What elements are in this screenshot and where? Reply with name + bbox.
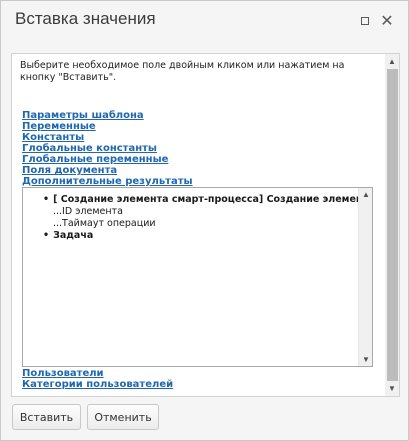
- tree-item-operation-timeout[interactable]: ...Таймаут операции: [53, 218, 156, 230]
- tree-item-element-id[interactable]: ...ID элемента: [53, 206, 123, 218]
- link-document-fields[interactable]: Поля документа: [22, 165, 193, 176]
- dialog-title: Вставка значения: [15, 9, 156, 28]
- tree-item-task[interactable]: • Задача: [43, 230, 93, 242]
- scroll-down-icon[interactable]: ▼: [359, 355, 372, 364]
- dialog-content: Выберите необходимое поле двойным кликом…: [11, 53, 400, 397]
- tree-item-label: Задача: [53, 230, 94, 241]
- cancel-button[interactable]: Отменить: [87, 404, 159, 430]
- link-constants[interactable]: Константы: [22, 132, 193, 143]
- content-scrollbar[interactable]: ▲ ▼: [385, 54, 399, 396]
- dialog-titlebar[interactable]: Вставка значения ✕: [1, 1, 408, 41]
- tree-item-create-element[interactable]: •[ Создание элемента смарт-процесса] Соз…: [43, 194, 358, 206]
- tree-item-label: [ Создание элемента смарт-процесса] Созд…: [53, 194, 358, 205]
- results-tree-list: •[ Создание элемента смарт-процесса] Соз…: [23, 188, 358, 366]
- user-links: Пользователи Категории пользователей: [22, 368, 173, 390]
- link-template-parameters[interactable]: Параметры шаблона: [22, 110, 193, 121]
- bullet: •: [43, 194, 50, 205]
- results-tree[interactable]: •[ Создание элемента смарт-процесса] Соз…: [22, 187, 373, 367]
- instruction-text: Выберите необходимое поле двойным кликом…: [20, 60, 345, 83]
- link-global-constants[interactable]: Глобальные константы: [22, 143, 193, 154]
- insert-button[interactable]: Вставить: [12, 404, 81, 430]
- link-variables[interactable]: Переменные: [22, 121, 193, 132]
- scroll-down-icon[interactable]: ▼: [385, 384, 399, 393]
- insert-value-dialog: Вставка значения ✕ Выберите необходимое …: [0, 0, 409, 441]
- bullet: •: [43, 230, 50, 241]
- tree-scrollbar[interactable]: ▲ ▼: [358, 188, 372, 366]
- maximize-icon[interactable]: [357, 13, 373, 29]
- scroll-up-icon[interactable]: ▲: [359, 190, 372, 199]
- link-users[interactable]: Пользователи: [22, 368, 173, 379]
- category-links: Параметры шаблона Переменные Константы Г…: [22, 110, 193, 187]
- link-additional-results[interactable]: Дополнительные результаты: [22, 176, 193, 187]
- link-global-variables[interactable]: Глобальные переменные: [22, 154, 193, 165]
- close-icon[interactable]: ✕: [379, 13, 395, 30]
- link-user-categories[interactable]: Категории пользователей: [22, 379, 173, 390]
- scrollbar-thumb[interactable]: [387, 69, 398, 381]
- scroll-up-icon[interactable]: ▲: [385, 57, 399, 66]
